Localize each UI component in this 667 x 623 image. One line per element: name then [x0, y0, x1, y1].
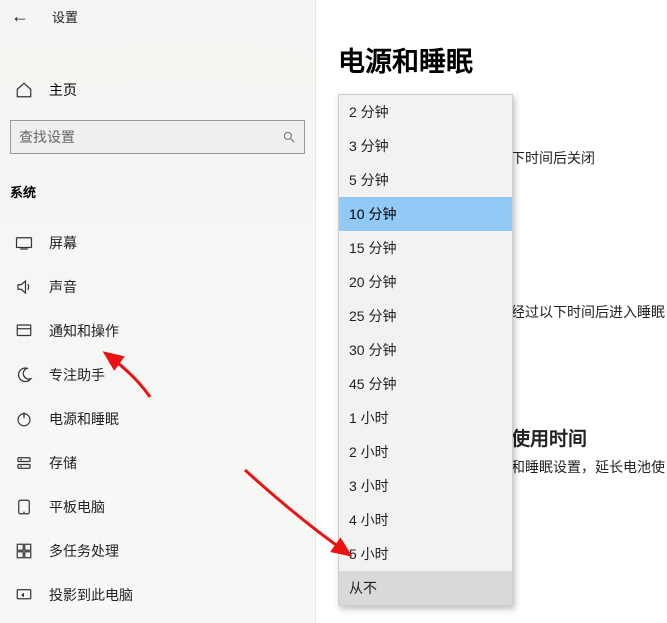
nav-item-notifications[interactable]: 通知和操作	[0, 309, 315, 353]
home-label: 主页	[49, 80, 77, 100]
dropdown-option[interactable]: 30 分钟	[339, 333, 512, 367]
nav-item-label: 通知和操作	[49, 321, 119, 341]
display-icon	[15, 234, 33, 252]
nav-item-display[interactable]: 屏幕	[0, 221, 315, 265]
nav-item-label: 声音	[49, 277, 77, 297]
section-heading: 使用时间	[511, 424, 587, 451]
sleep-hint: 经过以下时间后进入睡眠	[511, 302, 665, 322]
home-icon	[15, 81, 33, 99]
time-dropdown[interactable]: 2 分钟3 分钟5 分钟10 分钟15 分钟20 分钟25 分钟30 分钟45 …	[338, 94, 513, 606]
nav-item-label: 屏幕	[49, 233, 77, 253]
nav-item-multitasking[interactable]: 多任务处理	[0, 529, 315, 573]
dropdown-option[interactable]: 20 分钟	[339, 265, 512, 299]
home-row[interactable]: 主页	[0, 70, 315, 110]
nav-item-label: 平板电脑	[49, 497, 105, 517]
power-icon	[15, 410, 33, 428]
dropdown-option[interactable]: 1 小时	[339, 401, 512, 435]
back-button[interactable]: ←	[6, 2, 34, 30]
app-title: 设置	[52, 7, 78, 26]
dropdown-option[interactable]: 10 分钟	[339, 197, 512, 231]
dropdown-option[interactable]: 15 分钟	[339, 231, 512, 265]
nav-item-project[interactable]: 投影到此电脑	[0, 573, 315, 617]
sidebar: ← 设置 主页 系统 屏幕声音通知和操作专注助手电源和睡眠存储平板电脑多任务处理…	[0, 0, 315, 623]
dropdown-option[interactable]: 5 分钟	[339, 163, 512, 197]
dropdown-option[interactable]: 3 分钟	[339, 129, 512, 163]
tablet-icon	[15, 498, 33, 516]
focus-assist-icon	[15, 366, 33, 384]
page-title: 电源和睡眠	[316, 0, 667, 99]
dropdown-option[interactable]: 45 分钟	[339, 367, 512, 401]
nav-item-label: 专注助手	[49, 365, 105, 385]
multitask-icon	[15, 542, 33, 560]
search-wrap	[0, 120, 315, 172]
dropdown-option[interactable]: 从不	[339, 571, 512, 605]
dropdown-option[interactable]: 4 小时	[339, 503, 512, 537]
nav-item-focus-assist[interactable]: 专注助手	[0, 353, 315, 397]
sound-icon	[15, 278, 33, 296]
dropdown-option[interactable]: 5 小时	[339, 537, 512, 571]
nav-item-label: 电源和睡眠	[49, 409, 119, 429]
nav-item-tablet[interactable]: 平板电脑	[0, 485, 315, 529]
group-header: 系统	[0, 172, 315, 211]
nav-item-power-sleep[interactable]: 电源和睡眠	[0, 397, 315, 441]
dropdown-option[interactable]: 25 分钟	[339, 299, 512, 333]
search-input[interactable]	[19, 129, 282, 145]
content-panel: 电源和睡眠 下时间后关闭 经过以下时间后进入睡眠 使用时间 和睡眠设置，延长电池…	[315, 0, 667, 623]
nav-item-label: 存储	[49, 453, 77, 473]
nav-list: 屏幕声音通知和操作专注助手电源和睡眠存储平板电脑多任务处理投影到此电脑	[0, 221, 315, 617]
title-bar: ← 设置	[0, 0, 315, 40]
nav-item-storage[interactable]: 存储	[0, 441, 315, 485]
search-box[interactable]	[10, 120, 305, 154]
nav-item-label: 投影到此电脑	[49, 585, 133, 605]
dropdown-option[interactable]: 2 小时	[339, 435, 512, 469]
section-subtext: 和睡眠设置，延长电池使	[511, 457, 665, 477]
notifications-icon	[15, 322, 33, 340]
nav-item-label: 多任务处理	[49, 541, 119, 561]
dropdown-option[interactable]: 3 小时	[339, 469, 512, 503]
project-icon	[15, 586, 33, 604]
screen-off-hint: 下时间后关闭	[511, 148, 595, 168]
nav-item-sound[interactable]: 声音	[0, 265, 315, 309]
storage-icon	[15, 454, 33, 472]
dropdown-option[interactable]: 2 分钟	[339, 95, 512, 129]
search-icon	[282, 130, 296, 144]
